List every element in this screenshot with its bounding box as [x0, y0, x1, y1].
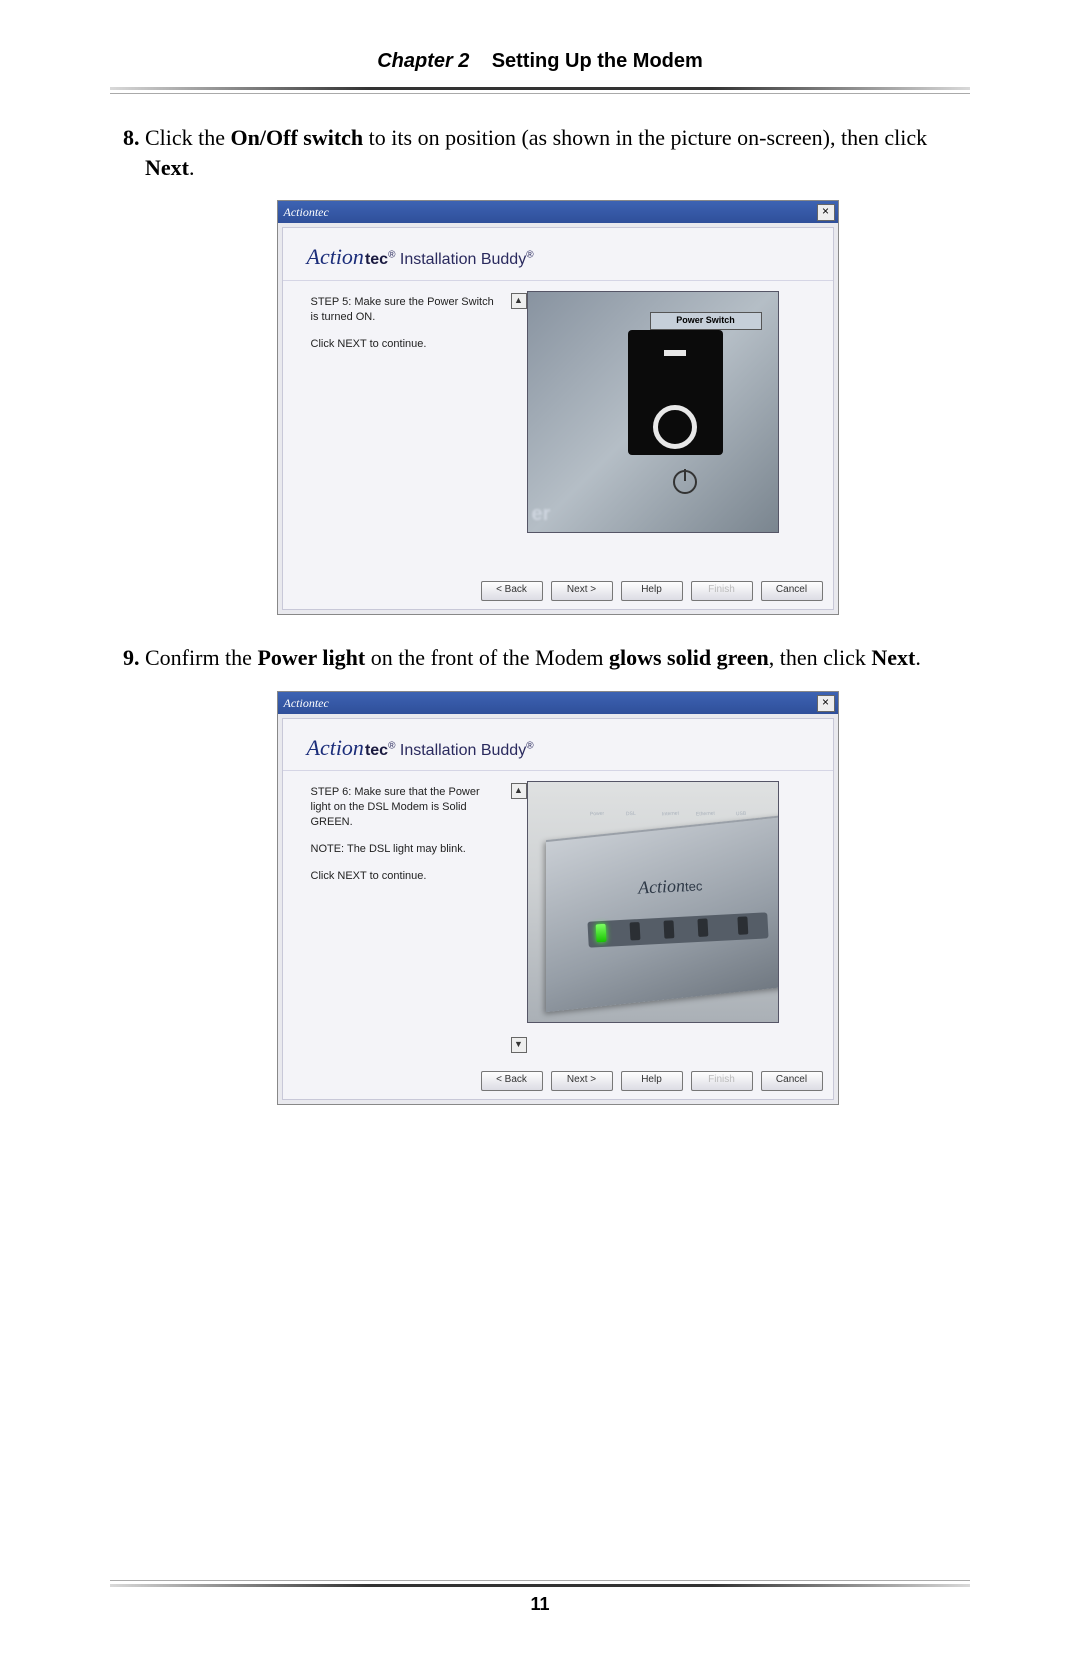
close-button[interactable]: × — [817, 204, 835, 221]
back-button[interactable]: < Back — [481, 1071, 543, 1091]
chapter-header: Chapter 2 Setting Up the Modem — [110, 50, 970, 87]
scrollbar: ▲ — [511, 291, 527, 571]
chapter-title: Setting Up the Modem — [492, 50, 703, 72]
led-label: Internet — [661, 811, 678, 819]
window-body: Actiontec® Installation Buddy® STEP 5: M… — [282, 227, 834, 610]
next-button[interactable]: Next > — [551, 1071, 613, 1091]
step-9: Confirm the Power light on the front of … — [145, 643, 970, 1105]
scroll-up-icon[interactable]: ▲ — [511, 783, 527, 799]
ethernet-led-icon — [697, 919, 708, 937]
power-switch-image: Power Switch er — [527, 291, 779, 533]
finish-button: Finish — [691, 1071, 753, 1091]
logo-script: Action — [307, 735, 364, 760]
led-label: USB — [735, 811, 746, 818]
rocker-switch-icon — [628, 330, 723, 455]
content-area: STEP 5: Make sure the Power Switch is tu… — [283, 281, 833, 575]
led-label: Power — [589, 811, 604, 818]
power-led-icon — [595, 924, 606, 942]
modem-brand-icon: Actiontec — [637, 873, 703, 901]
modem-front-image: Actiontec Power DSL Int — [527, 781, 779, 1023]
installation-buddy-window-step6: Actiontec × Actiontec® Installation Budd… — [277, 691, 839, 1106]
usb-led-icon — [737, 917, 748, 935]
instruction-text: STEP 6: Make sure that the Power light o… — [293, 781, 511, 1061]
logo-tec: tec — [365, 742, 388, 759]
button-row: < Back Next > Help Finish Cancel — [283, 575, 833, 601]
close-button[interactable]: × — [817, 695, 835, 712]
titlebar: Actiontec × — [278, 201, 838, 223]
header-rule — [110, 87, 970, 97]
image-panel: Actiontec Power DSL Int — [527, 781, 823, 1061]
power-symbol-icon — [673, 470, 697, 494]
image-panel: Power Switch er — [527, 291, 823, 571]
instruction-text: STEP 5: Make sure the Power Switch is tu… — [293, 291, 511, 571]
titlebar-brand: Actiontec — [284, 204, 329, 220]
cropped-text: er — [532, 501, 551, 528]
power-switch-label: Power Switch — [650, 312, 762, 330]
led-label: DSL — [625, 811, 635, 818]
installation-buddy-window-step5: Actiontec × Actiontec® Installation Budd… — [277, 200, 839, 615]
page-footer: 11 — [0, 1580, 1080, 1615]
step-list: Click the On/Off switch to its on positi… — [110, 123, 970, 1105]
scrollbar: ▲ ▼ — [511, 781, 527, 1061]
titlebar: Actiontec × — [278, 692, 838, 714]
finish-button: Finish — [691, 581, 753, 601]
help-button[interactable]: Help — [621, 1071, 683, 1091]
window-body: Actiontec® Installation Buddy® STEP 6: M… — [282, 718, 834, 1101]
scroll-down-icon[interactable]: ▼ — [511, 1037, 527, 1053]
help-button[interactable]: Help — [621, 581, 683, 601]
footer-rule — [110, 1580, 970, 1588]
back-button[interactable]: < Back — [481, 581, 543, 601]
dsl-led-icon — [629, 922, 640, 940]
button-row: < Back Next > Help Finish Cancel — [283, 1065, 833, 1091]
internet-led-icon — [663, 921, 674, 939]
chapter-prefix: Chapter 2 — [377, 50, 469, 72]
logo-script: Action — [307, 244, 364, 269]
titlebar-brand: Actiontec — [284, 695, 329, 711]
page-number: 11 — [0, 1594, 1080, 1615]
page: Chapter 2 Setting Up the Modem Click the… — [0, 0, 1080, 1669]
cancel-button[interactable]: Cancel — [761, 1071, 823, 1091]
scroll-up-icon[interactable]: ▲ — [511, 293, 527, 309]
content-area: STEP 6: Make sure that the Power light o… — [283, 771, 833, 1065]
logo-tec: tec — [365, 251, 388, 268]
step-8: Click the On/Off switch to its on positi… — [145, 123, 970, 615]
logo-row: Actiontec® Installation Buddy® — [283, 228, 833, 281]
led-label: Ethernet — [695, 811, 714, 819]
next-button[interactable]: Next > — [551, 581, 613, 601]
logo-row: Actiontec® Installation Buddy® — [283, 719, 833, 772]
cancel-button[interactable]: Cancel — [761, 581, 823, 601]
